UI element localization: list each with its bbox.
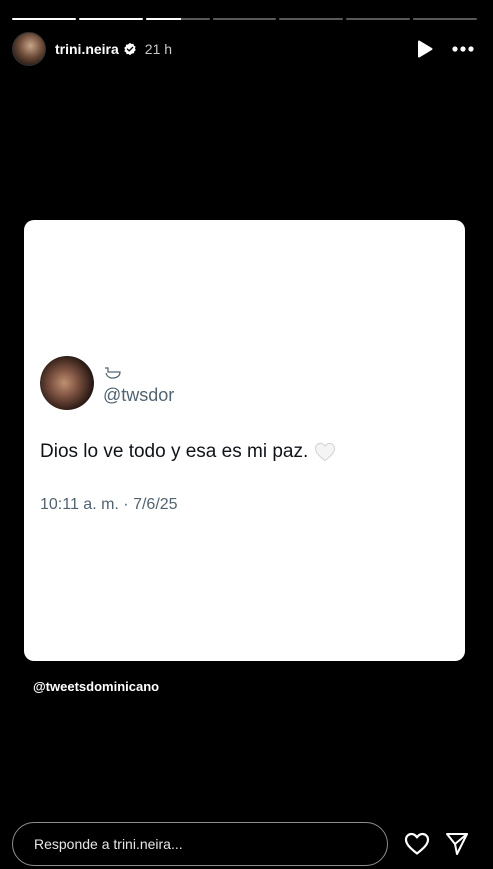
progress-fill: [78, 18, 143, 20]
tweet-card[interactable]: @twsdor Dios lo ve todo y esa es mi paz.…: [24, 220, 465, 661]
progress-segment: [78, 18, 143, 20]
story-progress-bar: [12, 18, 478, 20]
share-button[interactable]: [442, 829, 472, 859]
mention-credit[interactable]: @tweetsdominicano: [33, 679, 159, 694]
like-button[interactable]: [402, 829, 432, 859]
progress-fill: [12, 18, 76, 20]
verified-badge-icon: [124, 42, 136, 56]
progress-segment: [279, 18, 344, 20]
avatar[interactable]: [12, 32, 46, 66]
play-button[interactable]: [411, 35, 439, 63]
more-icon: [452, 46, 474, 52]
username[interactable]: trini.neira: [55, 41, 119, 57]
tweet-avatar: [40, 356, 94, 410]
progress-fill: [145, 18, 181, 20]
white-heart-icon: [315, 442, 336, 462]
progress-segment: [346, 18, 411, 20]
tweet-timestamp: 10:11 a. m. · 7/6/25: [40, 496, 178, 513]
more-options-button[interactable]: [449, 35, 477, 63]
reply-placeholder: Responde a trini.neira...: [34, 836, 183, 852]
toilet-emoji-icon: [105, 367, 121, 379]
progress-segment: [12, 18, 76, 20]
story-header: trini.neira 21 h: [12, 30, 477, 68]
play-icon: [418, 40, 433, 58]
tweet-text: Dios lo ve todo y esa es mi paz.: [40, 441, 336, 463]
tweet-handle: @twsdor: [103, 385, 175, 405]
progress-segment: [145, 18, 210, 20]
reply-input[interactable]: Responde a trini.neira...: [12, 822, 388, 866]
post-time: 21 h: [144, 41, 173, 57]
heart-icon: [404, 832, 430, 855]
send-icon: [446, 833, 468, 855]
progress-segment: [212, 18, 277, 20]
tweet-text-content: Dios lo ve todo y esa es mi paz.: [40, 441, 309, 462]
progress-segment: [413, 18, 478, 20]
